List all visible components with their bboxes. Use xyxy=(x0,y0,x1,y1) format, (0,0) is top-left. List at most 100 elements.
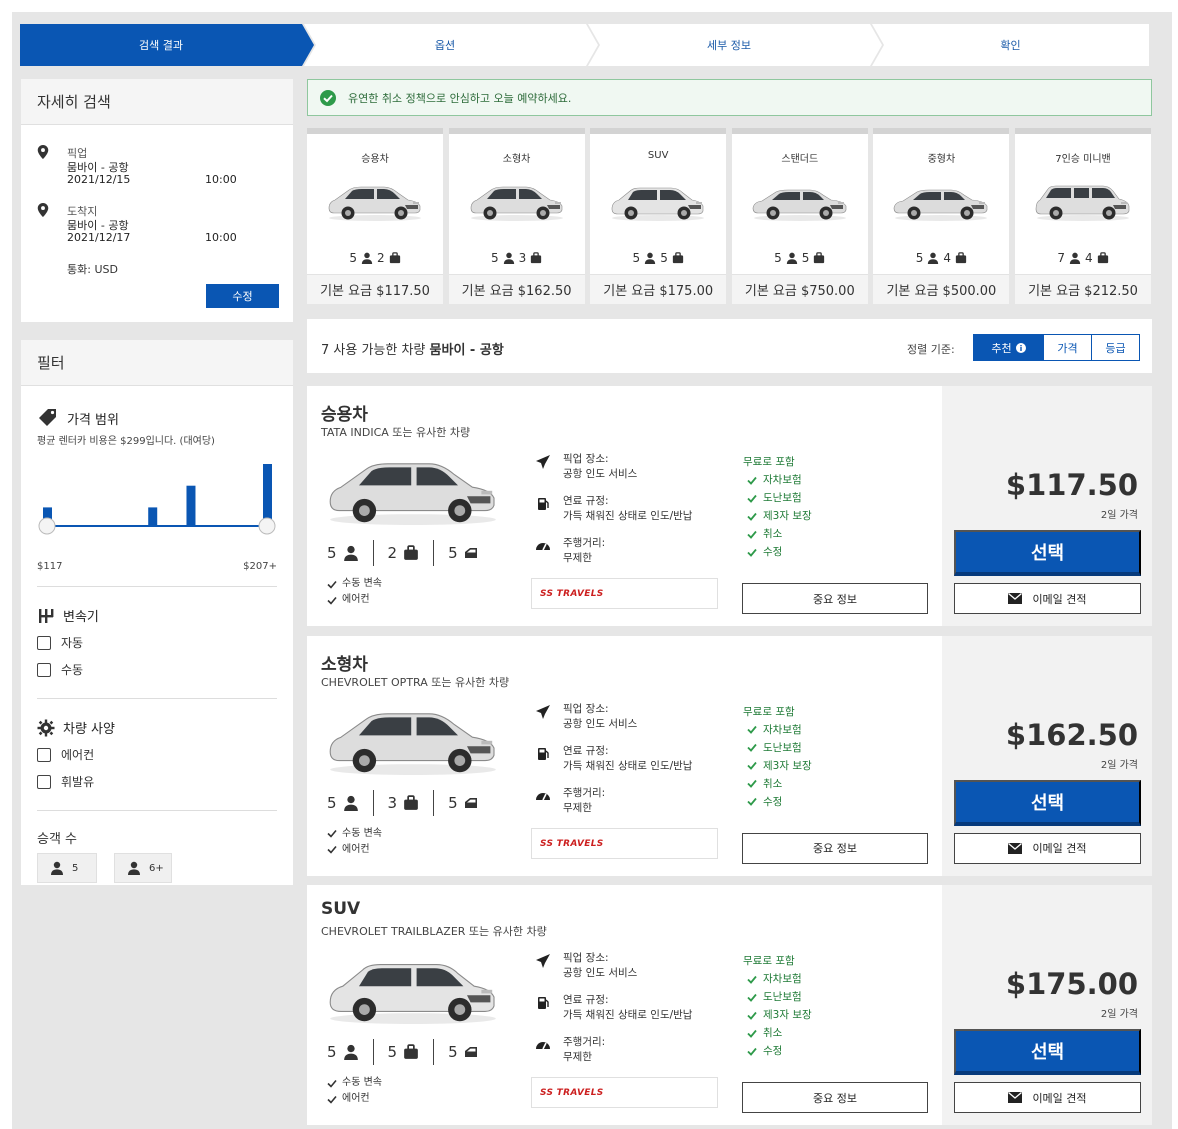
passenger-option-6-plus[interactable]: 6+ xyxy=(114,853,172,883)
category-price: 기본 요금 $212.50 xyxy=(1015,274,1151,304)
step-options[interactable]: 옵션 xyxy=(304,24,586,66)
category-pax: 5 xyxy=(632,251,641,265)
checkbox[interactable] xyxy=(37,662,51,677)
select-car-button[interactable]: 선택 xyxy=(954,530,1141,576)
select-car-button[interactable]: 선택 xyxy=(954,779,1141,826)
included-item: 자차보험 xyxy=(743,970,812,988)
included-list: 무료로 포함 자차보험 도난보험 제3자 보장 취소 수정 xyxy=(743,952,812,1060)
edit-search-button[interactable]: 수정 xyxy=(206,284,279,308)
car-door-icon xyxy=(464,548,477,558)
option-label: 수동 xyxy=(61,663,84,677)
luggage-icon xyxy=(404,545,418,560)
car-door-icon xyxy=(464,797,477,808)
included-list: 무료로 포함 자차보험 도난보험 제3자 보장 취소 수정 xyxy=(743,703,812,811)
transmission-option-manual[interactable]: 수동 xyxy=(37,656,277,683)
category-bags: 4 xyxy=(943,251,952,265)
feature-item: 에어컨 xyxy=(327,592,382,608)
airplane-icon xyxy=(536,704,550,719)
passenger-option-5[interactable]: 5 xyxy=(37,853,97,883)
car-features: 수동 변속 에어컨 xyxy=(327,1075,382,1107)
category-card[interactable]: SUV 5 5 기본 요금 $175.00 xyxy=(590,128,727,304)
price-note: 2일 가격 xyxy=(1100,1009,1138,1020)
category-capacity: 54 xyxy=(873,251,1009,265)
feature-option-petrol[interactable]: 휘발유 xyxy=(37,768,277,795)
filter-divider xyxy=(37,586,277,587)
car-image xyxy=(329,463,496,525)
checkbox[interactable] xyxy=(37,635,51,650)
category-card[interactable]: 7인승 미니밴 7 4 기본 요금 $212.50 xyxy=(1015,128,1151,304)
car-category-title: 소형차 xyxy=(321,654,368,675)
luggage-icon xyxy=(955,252,967,264)
car-category-title: SUV xyxy=(321,899,361,919)
important-info-button[interactable]: 중요 정보 xyxy=(742,583,928,614)
checkbox[interactable] xyxy=(37,774,51,789)
price-note: 2일 가격 xyxy=(1100,759,1138,771)
price-histogram[interactable] xyxy=(37,458,277,538)
car-image xyxy=(328,186,421,221)
checkbox[interactable] xyxy=(37,747,51,762)
included-item: 취소 xyxy=(743,525,812,543)
results-count-text: 7 사용 가능한 차량 xyxy=(321,343,426,358)
airplane-icon xyxy=(536,954,550,968)
gear-shift-icon xyxy=(39,608,54,623)
check-circle-icon xyxy=(320,89,336,106)
checkmark-icon xyxy=(747,743,757,752)
feature-option-aircon[interactable]: 에어컨 xyxy=(37,741,277,768)
feature-item: 에어컨 xyxy=(327,1091,382,1107)
transmission-option-auto[interactable]: 자동 xyxy=(37,629,277,656)
checkmark-icon xyxy=(327,829,337,838)
option-label: 자동 xyxy=(61,636,84,650)
email-quote-label: 이메일 견적 xyxy=(1032,1091,1087,1105)
included-item: 도난보험 xyxy=(743,988,812,1006)
sort-recommended-button[interactable]: 추천 xyxy=(974,335,1043,360)
category-card[interactable]: 승용차 5 2 기본 요금 $117.50 xyxy=(307,128,443,304)
price-range-section: 가격 범위 평균 렌터카 비용은 $299입니다. (대여당) xyxy=(37,408,277,447)
included-item: 제3자 보장 xyxy=(743,1006,812,1024)
sort-class-button[interactable]: 등급 xyxy=(1091,335,1139,360)
important-info-button[interactable]: 중요 정보 xyxy=(742,1082,928,1113)
select-car-button[interactable]: 선택 xyxy=(954,1029,1141,1075)
envelope-icon xyxy=(1008,593,1023,604)
step-details[interactable]: 세부 정보 xyxy=(588,24,870,66)
category-bags: 3 xyxy=(518,251,527,265)
price-max-handle[interactable] xyxy=(258,517,276,535)
total-price: $117.50 xyxy=(1005,468,1138,502)
pickup-location-value: 공항 인도 서비스 xyxy=(563,967,638,979)
car-image xyxy=(329,712,496,775)
category-pax: 7 xyxy=(1057,251,1065,265)
category-capacity: 74 xyxy=(1015,251,1151,265)
fuel-pump-icon xyxy=(538,997,549,1009)
fuel-pump-icon xyxy=(538,747,549,760)
included-item: 자차보험 xyxy=(743,721,812,739)
step-confirm[interactable]: 확인 xyxy=(872,24,1149,66)
feature-label: 수동 변속 xyxy=(342,578,382,589)
map-pin-icon xyxy=(37,203,49,217)
feature-label: 에어컨 xyxy=(342,1093,370,1104)
important-info-button[interactable]: 중요 정보 xyxy=(742,832,928,864)
sort-price-button[interactable]: 가격 xyxy=(1043,335,1091,360)
passenger-count-title: 승객 수 xyxy=(37,832,78,847)
email-quote-button[interactable]: 이메일 견적 xyxy=(954,832,1141,864)
car-capacity: 5 3 5 xyxy=(327,789,492,816)
category-card[interactable]: 중형차 5 4 기본 요금 $500.00 xyxy=(873,128,1010,304)
filter-panel-title: 필터 xyxy=(21,340,293,386)
included-item-label: 수정 xyxy=(763,795,783,808)
checkmark-icon xyxy=(327,1095,337,1104)
price-min-handle[interactable] xyxy=(38,517,56,535)
category-card[interactable]: 소형차 5 3 기본 요금 $162.50 xyxy=(448,128,585,304)
email-quote-button[interactable]: 이메일 견적 xyxy=(954,583,1141,614)
included-item: 수정 xyxy=(743,1042,812,1060)
checkmark-icon xyxy=(747,494,757,503)
step-search-results[interactable]: 검색 결과 xyxy=(20,24,302,66)
passenger-count: 5 xyxy=(327,793,337,812)
email-quote-button[interactable]: 이메일 견적 xyxy=(954,1082,1141,1113)
speedometer-icon xyxy=(536,792,550,800)
category-name: SUV xyxy=(647,150,669,161)
included-item: 제3자 보장 xyxy=(743,757,812,775)
total-price: $162.50 xyxy=(1005,717,1138,752)
door-count: 5 xyxy=(448,1043,458,1061)
category-card[interactable]: 스탠더드 5 5 기본 요금 $750.00 xyxy=(731,128,868,304)
info-icon xyxy=(1015,342,1026,353)
mileage-value: 무제한 xyxy=(563,1051,592,1063)
category-price: 기본 요금 $175.00 xyxy=(590,274,727,304)
